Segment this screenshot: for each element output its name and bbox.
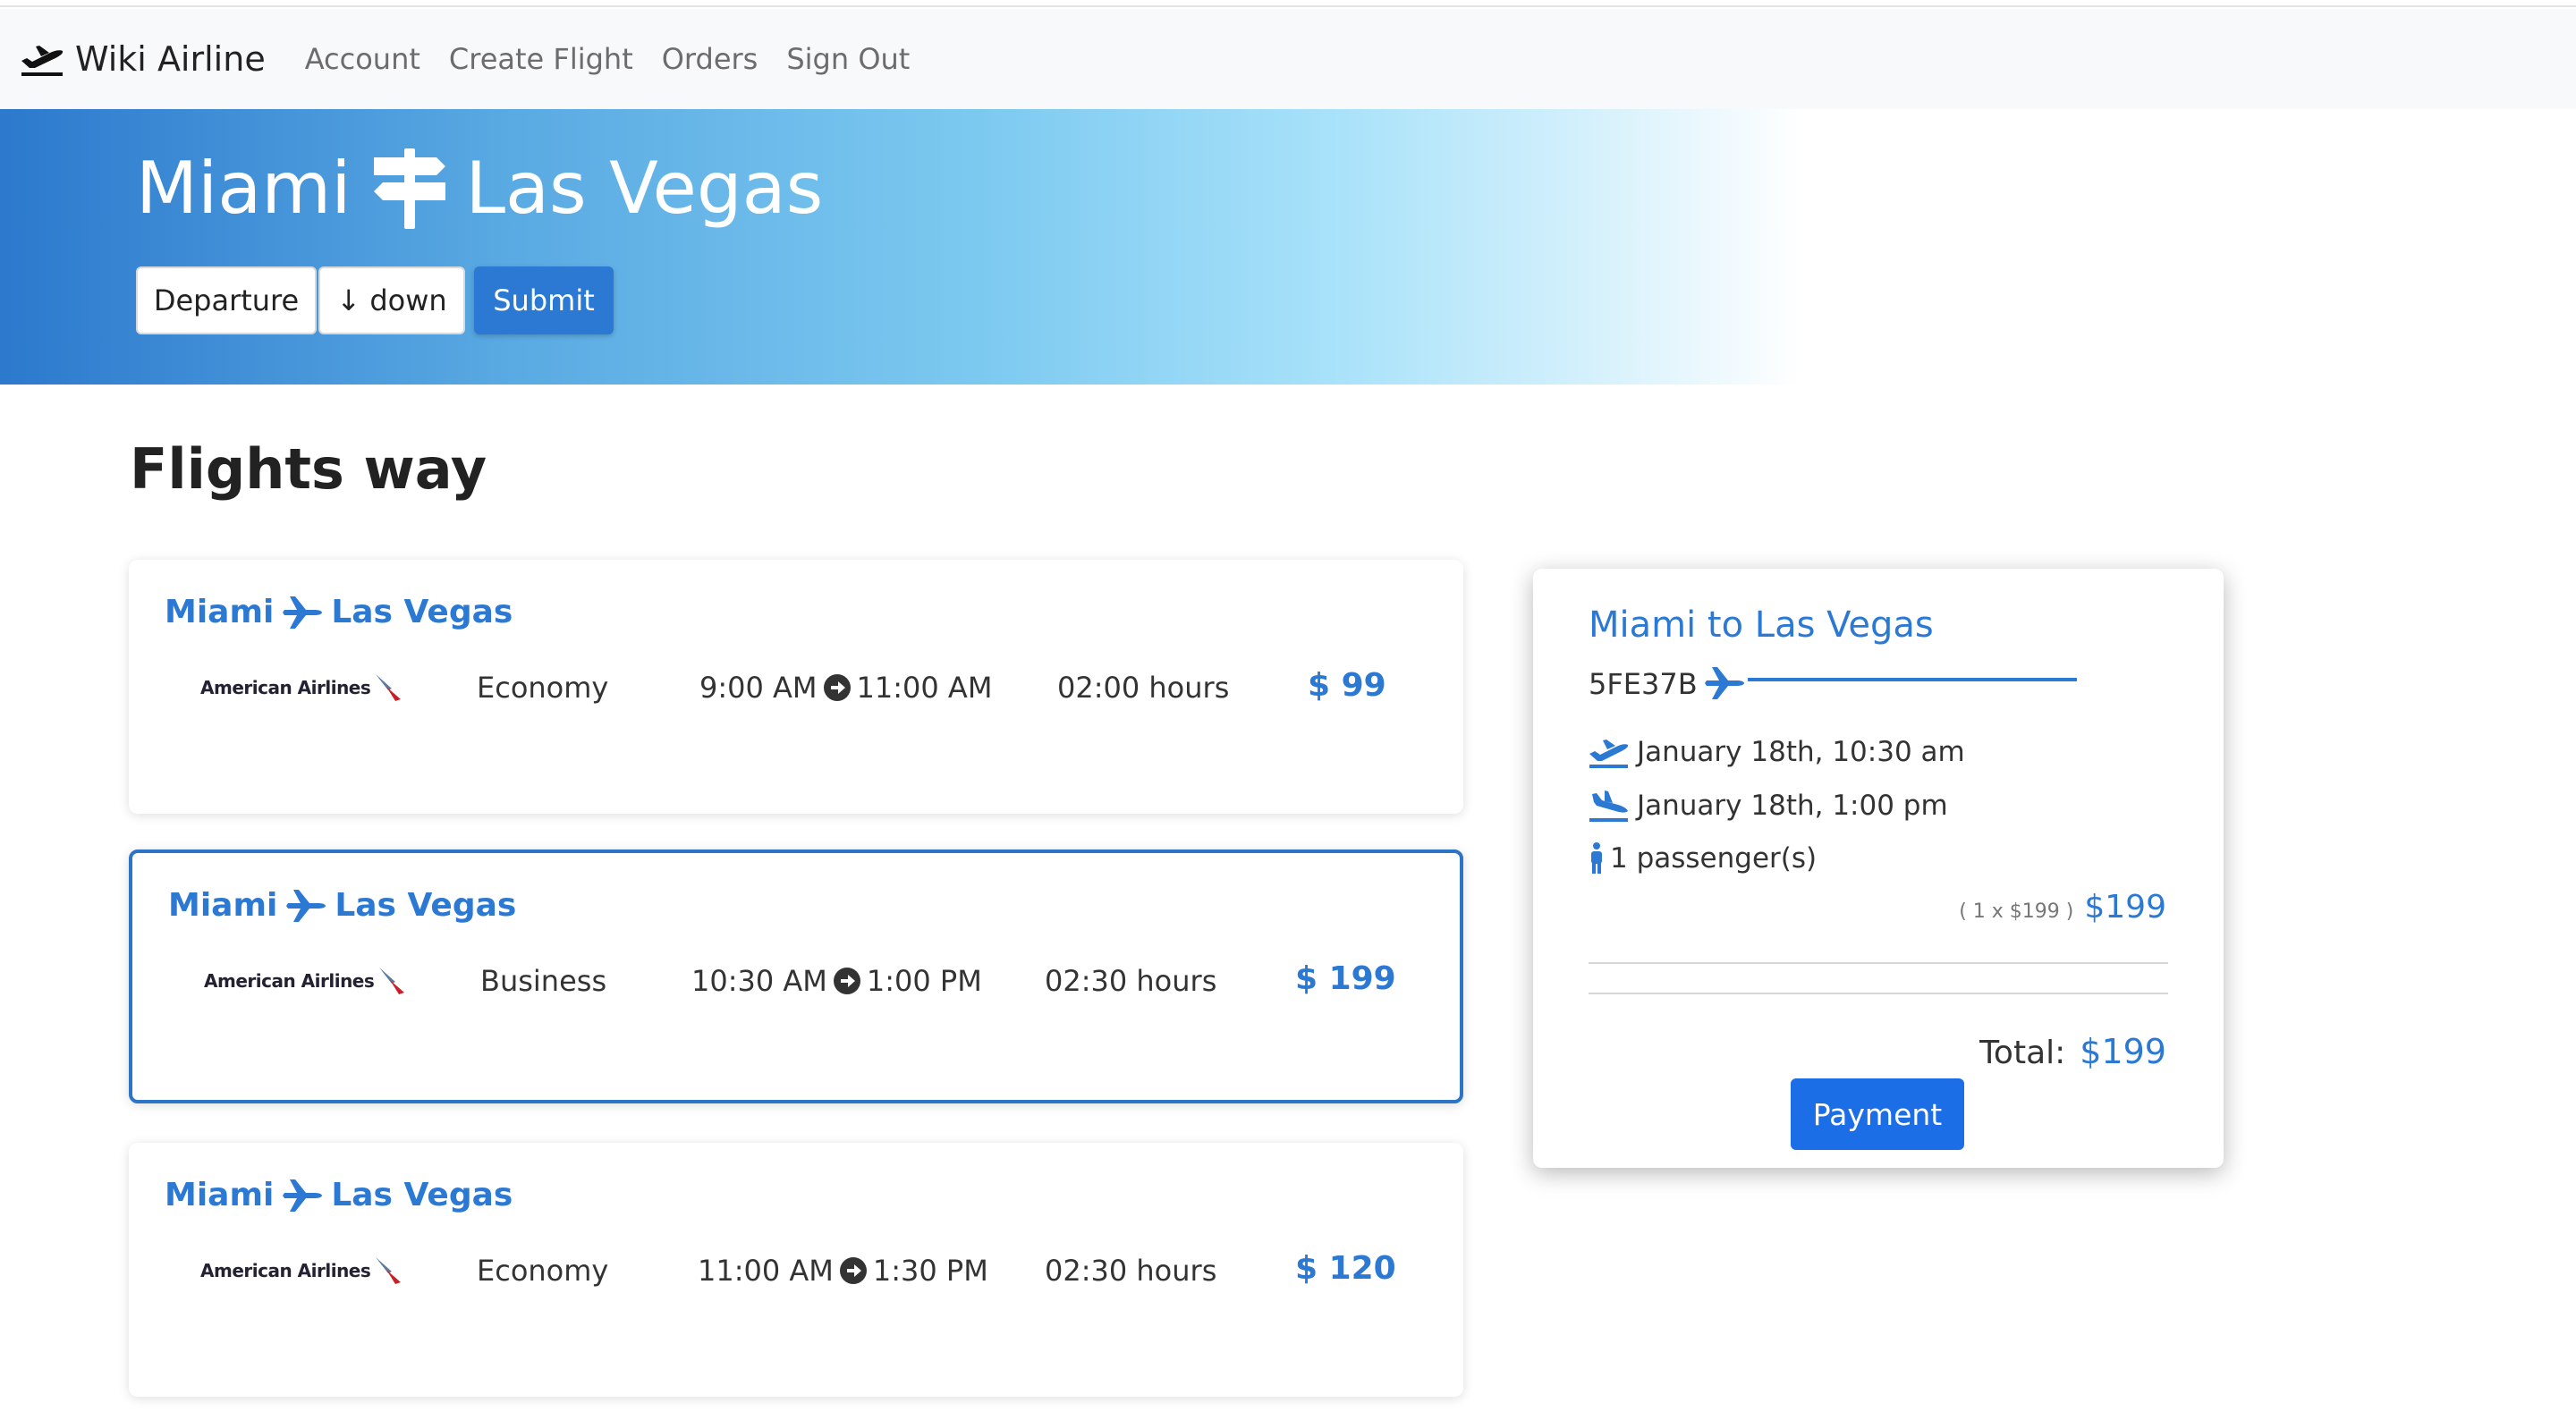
divider [1589,962,2168,964]
route-line [1748,678,2077,681]
flight-destination: Las Vegas [331,594,513,630]
airline-eagle-icon [376,674,402,701]
flight-times: 10:30 AM 1:00 PM [691,964,982,998]
flight-route: Miami Las Vegas [168,887,516,924]
window-top-edge [0,0,2576,7]
airline-name: American Airlines [204,970,375,992]
flight-duration: 02:30 hours [1045,964,1217,998]
fare-class: Business [480,964,607,998]
flight-origin: Miami [168,887,278,924]
sort-field-button[interactable]: Departure [136,266,317,334]
arrival-row: January 18th, 1:00 pm [1589,789,1948,823]
flight-origin: Miami [165,594,275,630]
flight-duration: 02:00 hours [1057,671,1230,705]
flight-card[interactable]: Miami Las Vegas American Airlines Econom… [129,560,1463,814]
arrive-time: 1:00 PM [866,964,982,998]
nav-create-flight[interactable]: Create Flight [449,42,633,76]
submit-button[interactable]: Submit [474,266,614,334]
line-item-price: ( 1 x $199 ) $199 [1959,889,2166,926]
plane-departure-icon [21,46,64,76]
plane-icon [283,596,323,629]
plane-icon [283,1179,323,1212]
plane-arrival-icon [1589,790,1628,822]
airline-logo: American Airlines [200,672,406,703]
nav-account[interactable]: Account [305,42,420,76]
booking-summary-card: Miami to Las Vegas 5FE37B January 18th, … [1533,569,2224,1168]
flight-price: $ 199 [1295,960,1396,997]
airline-eagle-icon [376,1257,402,1284]
depart-time: 9:00 AM [699,671,818,705]
airline-eagle-icon [379,968,405,994]
airline-name: American Airlines [200,677,371,698]
departure-datetime: January 18th, 10:30 am [1637,736,1965,768]
flight-times: 9:00 AM 11:00 AM [699,671,992,705]
sort-direction-button[interactable]: ↓ down [318,266,465,334]
flight-destination: Las Vegas [335,887,517,924]
route-heading: Miami Las Vegas [136,147,823,230]
airline-logo: American Airlines [200,1255,406,1286]
hero-origin: Miami [136,147,352,230]
depart-time: 11:00 AM [698,1254,834,1288]
payment-button[interactable]: Payment [1791,1078,1964,1150]
flight-route: Miami Las Vegas [165,594,513,630]
flight-price: $ 99 [1308,667,1386,704]
hero-banner: Miami Las Vegas Departure ↓ down Submit [0,109,2576,385]
total-row: Total: $199 [1979,1032,2166,1071]
airline-logo: American Airlines [204,966,410,996]
fare-class: Economy [477,1254,609,1288]
hero-destination: Las Vegas [465,147,824,230]
flight-card[interactable]: Miami Las Vegas American Airlines Econom… [129,1143,1463,1397]
nav-orders[interactable]: Orders [662,42,758,76]
line-item-amount: $199 [2084,889,2166,926]
navbar: Wiki Airline Account Create Flight Order… [0,9,2576,109]
flight-duration: 02:30 hours [1045,1254,1217,1288]
passenger-count: 1 passenger(s) [1610,842,1818,875]
flight-origin: Miami [165,1177,275,1213]
passenger-row: 1 passenger(s) [1589,842,1817,875]
airline-name: American Airlines [200,1260,371,1281]
arrive-time: 1:30 PM [872,1254,988,1288]
brand-name: Wiki Airline [75,39,266,79]
plane-icon [1705,667,1744,699]
plane-icon [286,889,326,922]
plane-departure-icon [1589,740,1629,768]
person-icon [1591,842,1602,874]
line-item-detail: ( 1 x $199 ) [1959,900,2074,923]
departure-row: January 18th, 10:30 am [1589,735,1965,769]
total-amount: $199 [2080,1032,2166,1071]
flight-card-selected[interactable]: Miami Las Vegas American Airlines Busine… [129,849,1463,1103]
flight-times: 11:00 AM 1:30 PM [698,1254,988,1288]
summary-title: Miami to Las Vegas [1589,604,1934,646]
divider [1589,993,2168,994]
signpost-icon [374,148,446,229]
flight-destination: Las Vegas [331,1177,513,1213]
arrive-time: 11:00 AM [856,671,993,705]
nav-sign-out[interactable]: Sign Out [786,42,910,76]
arrival-datetime: January 18th, 1:00 pm [1637,790,1948,822]
arrow-circle-right-icon [823,674,851,701]
section-title: Flights way [130,436,487,502]
fare-class: Economy [477,671,609,705]
arrow-circle-right-icon [839,1257,867,1284]
total-label: Total: [1979,1035,2066,1071]
flight-route: Miami Las Vegas [165,1177,513,1213]
sort-controls: Departure ↓ down Submit [136,266,614,334]
flight-price: $ 120 [1295,1250,1396,1287]
arrow-circle-right-icon [833,968,860,994]
flight-code: 5FE37B [1589,667,1698,701]
brand[interactable]: Wiki Airline [20,39,266,79]
depart-time: 10:30 AM [691,964,827,998]
